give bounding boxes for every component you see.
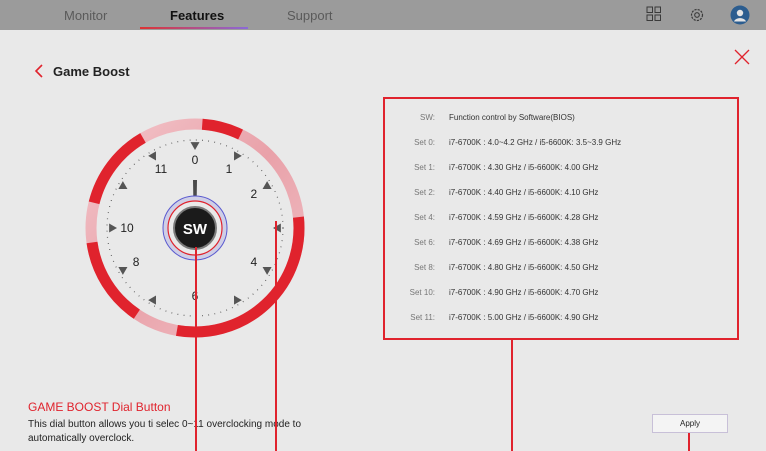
dial-center-label: SW	[183, 221, 208, 238]
top-navigation-bar: Monitor Features Support	[0, 0, 766, 30]
avatar[interactable]	[730, 5, 750, 30]
setting-label: Set 8:	[414, 263, 435, 272]
setting-description: i7-6700K : 4.90 GHz / i5-6600K: 4.70 GHz	[449, 288, 599, 297]
dial-number[interactable]: 10	[120, 221, 134, 235]
setting-description: Function control by Software(BIOS)	[449, 113, 575, 122]
setting-description: i7-6700K : 4.69 GHz / i5-6600K: 4.38 GHz	[449, 238, 599, 247]
setting-description: i7-6700K : 4.40 GHz / i5-6600K: 4.10 GHz	[449, 188, 599, 197]
setting-label: Set 0:	[414, 138, 435, 147]
setting-row: Set 10: i7-6700K : 4.90 GHz / i5-6600K: 4…	[385, 288, 737, 304]
dial-number[interactable]: 1	[226, 162, 233, 176]
description-title: GAME BOOST Dial Button	[28, 400, 171, 414]
tab-monitor[interactable]: Monitor	[64, 8, 107, 23]
setting-row: Set 11: i7-6700K : 5.00 GHz / i5-6600K: 4…	[385, 313, 737, 329]
page-title: Game Boost	[53, 64, 130, 79]
dial-number[interactable]: 0	[192, 153, 199, 167]
setting-description: i7-6700K : 4.59 GHz / i5-6600K: 4.28 GHz	[449, 213, 599, 222]
dial-number[interactable]: 2	[251, 187, 258, 201]
setting-label: Set 2:	[414, 188, 435, 197]
dial-number[interactable]: 8	[133, 255, 140, 269]
setting-description: i7-6700K : 4.80 GHz / i5-6600K: 4.50 GHz	[449, 263, 599, 272]
setting-description: i7-6700K : 4.0~4.2 GHz / i5-6600K: 3.5~3…	[449, 138, 622, 147]
callout-line-number	[275, 221, 277, 451]
setting-row: SW: Function control by Software(BIOS)	[385, 113, 737, 129]
setting-row: Set 8: i7-6700K : 4.80 GHz / i5-6600K: 4.…	[385, 263, 737, 279]
setting-label: Set 10:	[409, 288, 435, 297]
tab-support[interactable]: Support	[287, 8, 333, 23]
setting-description: i7-6700K : 4.30 GHz / i5-6600K: 4.00 GHz	[449, 163, 599, 172]
setting-label: Set 6:	[414, 238, 435, 247]
active-tab-indicator	[140, 27, 248, 29]
gear-icon[interactable]	[688, 6, 706, 29]
settings-info-panel: SW: Function control by Software(BIOS) Set…	[383, 97, 739, 340]
setting-label: Set 11:	[410, 313, 435, 322]
tab-features[interactable]: Features	[170, 8, 224, 23]
setting-row: Set 2: i7-6700K : 4.40 GHz / i5-6600K: 4.…	[385, 188, 737, 204]
dial-number[interactable]: 4	[251, 255, 258, 269]
dial-number[interactable]: 11	[155, 162, 168, 176]
setting-label: Set 1:	[414, 163, 435, 172]
callout-line-apply	[688, 433, 690, 451]
callout-line-panel	[511, 340, 513, 451]
back-chevron-icon[interactable]	[34, 63, 44, 84]
close-icon[interactable]	[732, 47, 752, 72]
setting-description: i7-6700K : 5.00 GHz / i5-6600K: 4.90 GHz	[449, 313, 599, 322]
setting-row: Set 0: i7-6700K : 4.0~4.2 GHz / i5-6600K:…	[385, 138, 737, 154]
grid-icon[interactable]	[646, 6, 662, 27]
setting-row: Set 4: i7-6700K : 4.59 GHz / i5-6600K: 4.…	[385, 213, 737, 229]
apply-button[interactable]: Apply	[652, 414, 728, 433]
setting-label: SW:	[420, 113, 435, 122]
setting-row: Set 6: i7-6700K : 4.69 GHz / i5-6600K: 4.…	[385, 238, 737, 254]
callout-line-dial	[195, 247, 197, 451]
setting-label: Set 4:	[414, 213, 435, 222]
description-text: This dial button allows you ti selec 0~1…	[28, 419, 302, 444]
setting-row: Set 1: i7-6700K : 4.30 GHz / i5-6600K: 4.…	[385, 163, 737, 179]
